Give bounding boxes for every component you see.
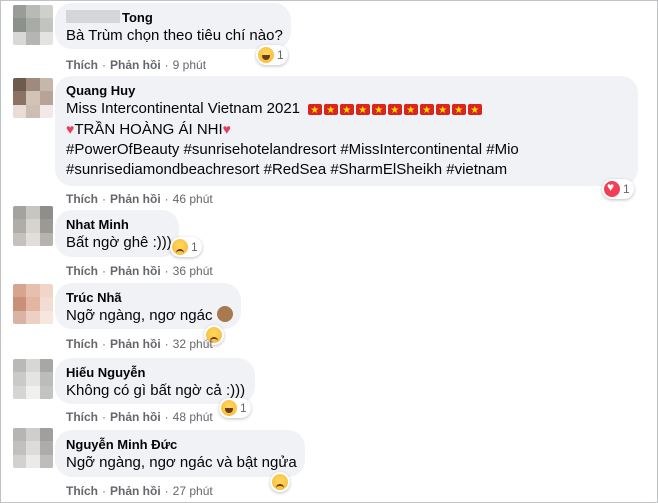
comment-actions: Thích · Phản hồi · 46 phút bbox=[66, 192, 213, 206]
comment-actions: Thích · Phản hồi · 27 phút bbox=[66, 484, 213, 498]
vietnam-flag-icons bbox=[308, 101, 483, 121]
avatar[interactable] bbox=[13, 78, 53, 118]
like-link[interactable]: Thích bbox=[66, 484, 98, 498]
vietnam-flag-icon bbox=[308, 101, 323, 121]
comment-text-line: Ngỡ ngàng, ngơ ngác bbox=[66, 306, 233, 326]
reaction-count: 1 bbox=[240, 401, 247, 415]
avatar[interactable] bbox=[13, 428, 53, 468]
sad-icon bbox=[272, 474, 288, 490]
vietnam-flag-icon bbox=[324, 101, 339, 121]
avatar[interactable] bbox=[13, 5, 53, 45]
reply-link[interactable]: Phản hồi bbox=[110, 337, 161, 351]
love-icon bbox=[604, 180, 620, 197]
vietnam-flag-icon bbox=[452, 101, 467, 121]
comment-bubble: Nhat Minh Bất ngờ ghê :))) bbox=[55, 210, 179, 257]
comment-author[interactable]: Quang Huy bbox=[66, 83, 626, 99]
comment-text-line: ♥TRẦN HOÀNG ÁI NHI♥ bbox=[66, 121, 231, 138]
comment-hashtags[interactable]: #PowerOfBeauty #sunrisehotelandresort #M… bbox=[66, 140, 626, 160]
comment-text: Ngỡ ngàng, ngơ ngác và bật ngửa bbox=[66, 454, 297, 471]
comment-time[interactable]: 9 phút bbox=[173, 58, 206, 72]
comment-text-line: Miss Intercontinental Vietnam 2021 bbox=[66, 99, 626, 121]
reaction-badge[interactable]: 1 bbox=[219, 398, 251, 418]
comment-actions: Thích · Phản hồi · 32 phút bbox=[66, 337, 213, 351]
comment-actions: Thích · Phản hồi · 36 phút bbox=[66, 264, 213, 278]
comment-actions: Thích · Phản hồi · 48 phút bbox=[66, 410, 213, 424]
like-link[interactable]: Thích bbox=[66, 264, 98, 278]
reaction-count: 1 bbox=[277, 48, 284, 62]
reaction-badge[interactable]: 1 bbox=[602, 179, 634, 199]
reply-link[interactable]: Phản hồi bbox=[110, 484, 161, 498]
comment-time[interactable]: 32 phút bbox=[173, 337, 213, 351]
vietnam-flag-icon bbox=[388, 101, 403, 121]
sad-icon bbox=[172, 239, 188, 255]
comment-bubble: Nguyễn Minh Đức Ngỡ ngàng, ngơ ngác và b… bbox=[55, 430, 305, 477]
heart-icon: ♥ bbox=[222, 121, 231, 137]
comment-bubble: Trúc Nhã Ngỡ ngàng, ngơ ngác bbox=[55, 283, 241, 329]
reply-link[interactable]: Phản hồi bbox=[110, 192, 161, 206]
reply-link[interactable]: Phản hồi bbox=[110, 58, 161, 72]
vietnam-flag-icon bbox=[436, 101, 451, 121]
like-link[interactable]: Thích bbox=[66, 410, 98, 424]
comment-author[interactable]: Nhat Minh bbox=[66, 217, 167, 233]
comment-bubble: Tong Bà Trùm chọn theo tiêu chí nào? bbox=[55, 3, 291, 49]
comment-author[interactable]: Tong bbox=[66, 10, 279, 26]
monkey-emoji-icon bbox=[216, 306, 233, 322]
haha-icon bbox=[221, 400, 237, 416]
reaction-count: 1 bbox=[191, 240, 198, 254]
vietnam-flag-icon bbox=[340, 101, 355, 121]
comment-time[interactable]: 48 phút bbox=[173, 410, 213, 424]
comment-text: Bà Trùm chọn theo tiêu chí nào? bbox=[66, 27, 283, 44]
avatar[interactable] bbox=[13, 206, 53, 246]
like-link[interactable]: Thích bbox=[66, 337, 98, 351]
comment-author[interactable]: Nguyễn Minh Đức bbox=[66, 437, 293, 453]
comment-hashtags[interactable]: #sunrisediamondbeachresort #RedSea #Shar… bbox=[66, 160, 626, 180]
reaction-badge[interactable]: 1 bbox=[256, 45, 288, 65]
reply-link[interactable]: Phản hồi bbox=[110, 264, 161, 278]
vietnam-flag-icon bbox=[468, 101, 483, 121]
comment-bubble: Quang Huy Miss Intercontinental Vietnam … bbox=[55, 76, 638, 186]
avatar[interactable] bbox=[13, 284, 53, 324]
vietnam-flag-icon bbox=[356, 101, 371, 121]
avatar[interactable] bbox=[13, 359, 53, 399]
vietnam-flag-icon bbox=[404, 101, 419, 121]
like-link[interactable]: Thích bbox=[66, 192, 98, 206]
reply-link[interactable]: Phản hồi bbox=[110, 410, 161, 424]
vietnam-flag-icon bbox=[420, 101, 435, 121]
comment-text: Không có gì bất ngờ cả :))) bbox=[66, 382, 246, 399]
comment-author[interactable]: Hiếu Nguyễn bbox=[66, 365, 243, 381]
vietnam-flag-icon bbox=[372, 101, 387, 121]
reaction-badge[interactable]: 1 bbox=[170, 237, 202, 257]
comment-text: Bất ngờ ghê :))) bbox=[66, 234, 172, 251]
blurred-name bbox=[66, 10, 120, 23]
reaction-badge[interactable] bbox=[270, 472, 290, 492]
haha-icon bbox=[258, 47, 274, 63]
comment-time[interactable]: 36 phút bbox=[173, 264, 213, 278]
comment-author[interactable]: Trúc Nhã bbox=[66, 290, 229, 306]
comment-time[interactable]: 46 phút bbox=[173, 192, 213, 206]
comment-time[interactable]: 27 phút bbox=[173, 484, 213, 498]
comment-bubble: Hiếu Nguyễn Không có gì bất ngờ cả :))) bbox=[55, 358, 255, 404]
reaction-count: 1 bbox=[623, 182, 630, 196]
comment-actions: Thích · Phản hồi · 9 phút bbox=[66, 58, 207, 72]
like-link[interactable]: Thích bbox=[66, 58, 98, 72]
